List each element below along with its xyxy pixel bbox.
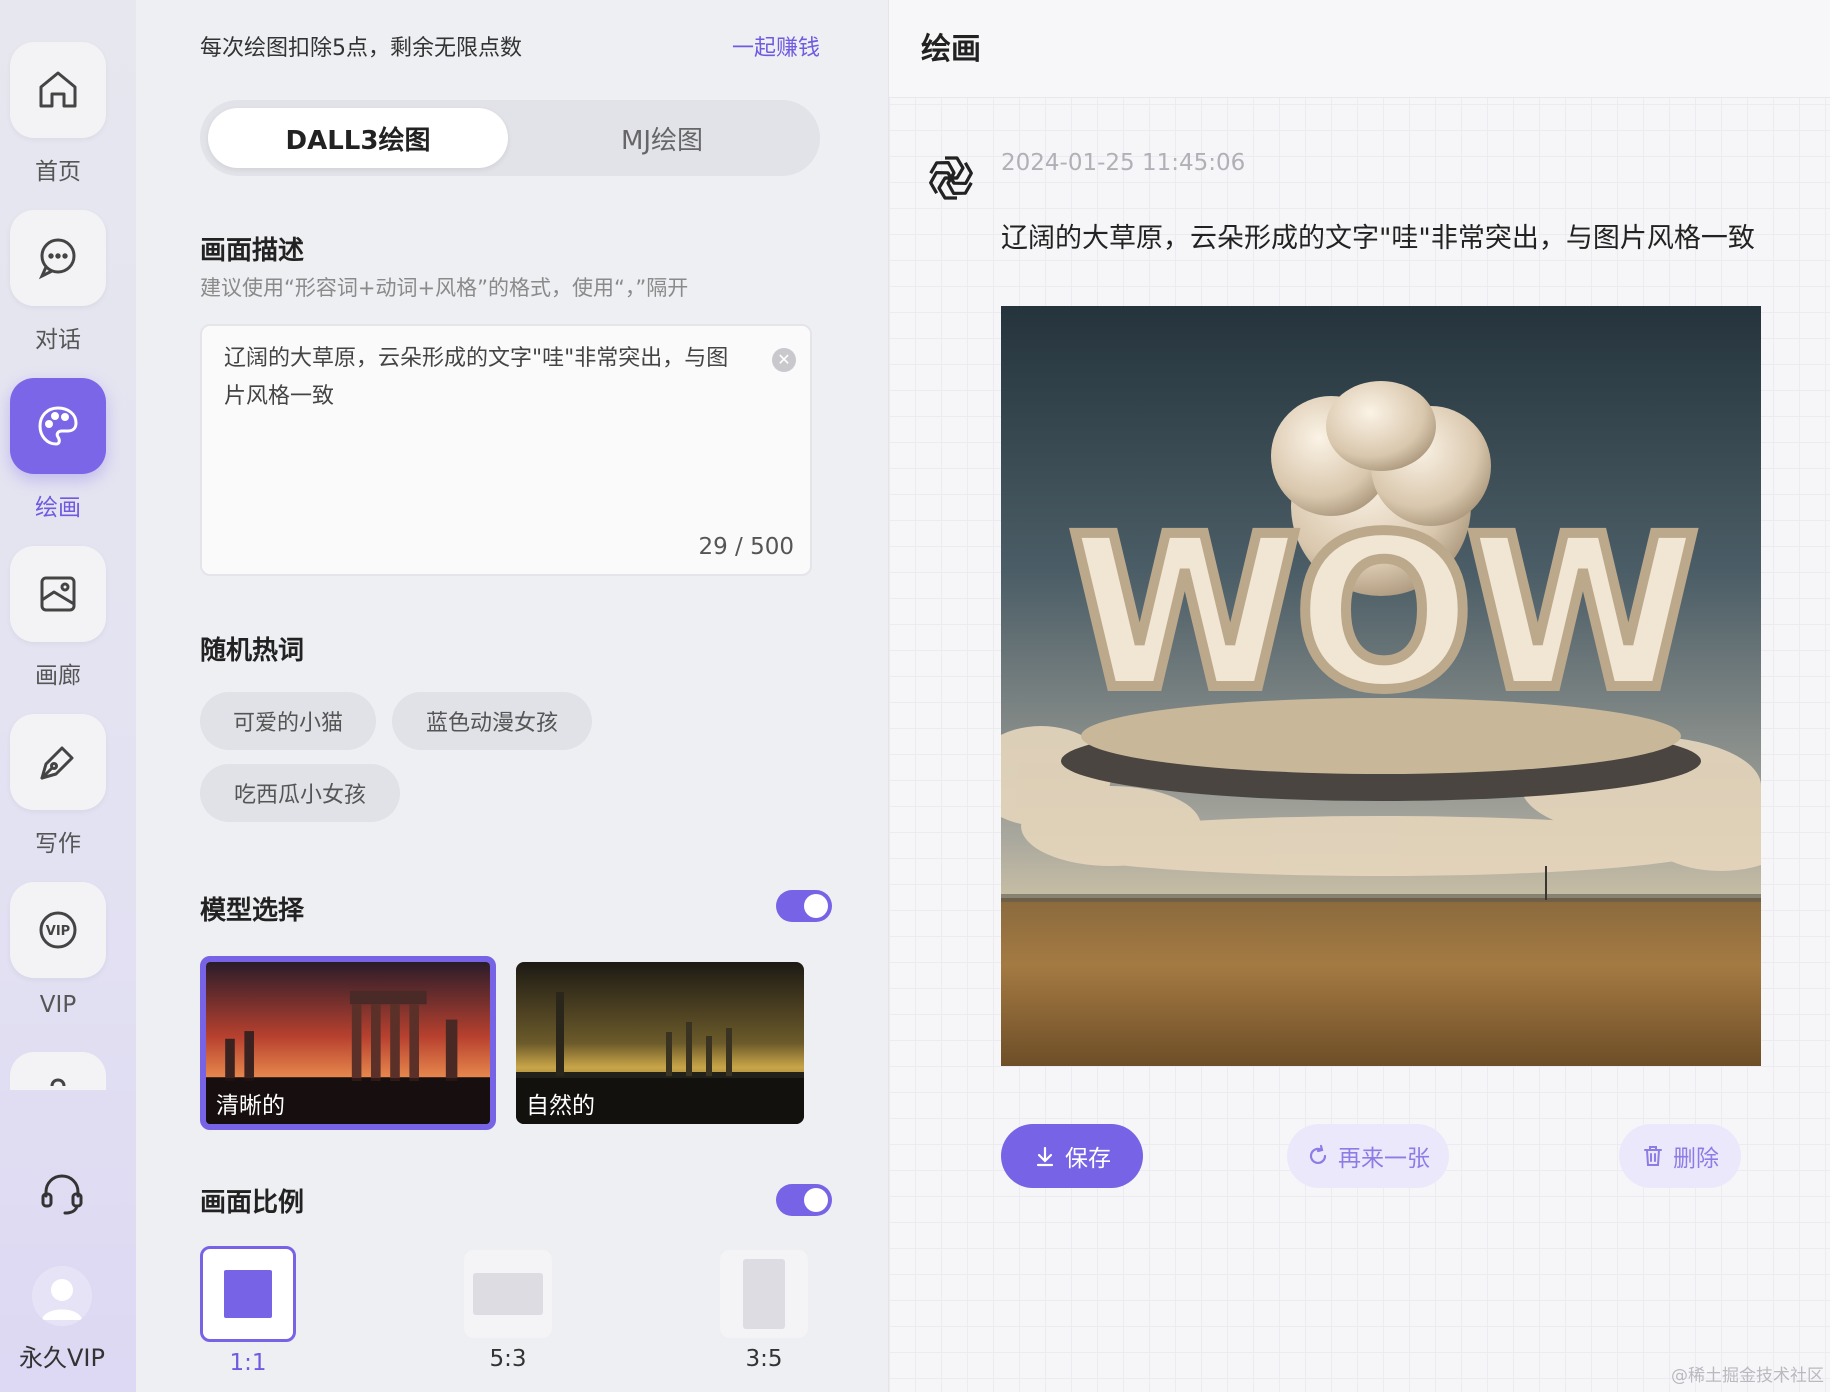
hot-word-chip[interactable]: 吃西瓜小女孩	[200, 764, 400, 822]
model-toggle[interactable]	[776, 890, 832, 922]
ratio-preview	[720, 1250, 808, 1338]
nav-tile-gallery	[10, 546, 106, 642]
hot-word-chip[interactable]: 蓝色动漫女孩	[392, 692, 592, 750]
ratio-landscape-icon	[473, 1273, 543, 1315]
save-label: 保存	[1065, 1146, 1111, 1172]
tab-mj[interactable]: MJ绘图	[512, 108, 812, 168]
nav-label: 对话	[35, 327, 81, 353]
nav-item-gallery[interactable]: 画廊	[10, 546, 106, 690]
nav-label: 画廊	[35, 663, 81, 689]
hot-word-chip[interactable]: 可爱的小猫	[200, 692, 376, 750]
save-button[interactable]: 保存	[1001, 1124, 1143, 1188]
ratio-label: 5:3	[489, 1346, 527, 1372]
svg-text:VIP: VIP	[46, 924, 70, 939]
description-title: 画面描述	[200, 236, 305, 266]
vip-icon: VIP	[39, 911, 77, 949]
model-tabs: DALL3绘图 MJ绘图	[200, 100, 820, 176]
openai-logo-icon	[929, 156, 973, 200]
gallery-icon	[40, 576, 76, 612]
nav-tile-write	[10, 714, 106, 810]
model-label: 自然的	[516, 1078, 804, 1124]
regenerate-label: 再来一张	[1338, 1146, 1430, 1172]
ratio-square-icon	[224, 1270, 272, 1318]
model-option-natural[interactable]: 自然的	[516, 962, 804, 1124]
ratio-option-3-5[interactable]: 3:5	[716, 1246, 812, 1372]
ratio-label: 1:1	[229, 1350, 267, 1376]
refresh-icon	[1309, 1144, 1327, 1165]
user-avatar-icon	[42, 1279, 82, 1320]
tab-dall3[interactable]: DALL3绘图	[208, 108, 508, 168]
nav-item-chat[interactable]: 对话	[10, 210, 106, 354]
nav-item-write[interactable]: 写作	[10, 714, 106, 858]
generated-image[interactable]: WOW	[1001, 306, 1761, 1066]
draw-settings-panel: 每次绘图扣除5点，剩余无限点数 一起赚钱 DALL3绘图 MJ绘图 画面描述 建…	[136, 0, 888, 1392]
ratio-preview	[200, 1246, 296, 1342]
nav-label: VIP	[39, 992, 77, 1018]
ratio-title: 画面比例	[200, 1188, 305, 1218]
cloud-wow-artwork: WOW	[1001, 306, 1761, 1066]
download-icon	[1036, 1146, 1054, 1167]
watermark: @稀土掘金技术社区	[1671, 1366, 1824, 1386]
message-timestamp: 2024-01-25 11:45:06	[1001, 150, 1246, 176]
nav-tile-chat	[10, 210, 106, 306]
message-prompt: 辽阔的大草原，云朵形成的文字"哇"非常突出，与图片风格一致	[1001, 223, 1755, 254]
ratio-label: 3:5	[745, 1346, 783, 1372]
ratio-option-5-3[interactable]: 5:3	[460, 1246, 556, 1372]
page-title: 绘画	[921, 32, 981, 67]
avatar[interactable]	[32, 1266, 92, 1326]
description-hint: 建议使用“形容词+动词+风格”的格式，使用“，”隔开	[200, 276, 689, 300]
nav-label: 写作	[35, 831, 81, 857]
nav-item-home[interactable]: 首页	[10, 42, 106, 186]
result-header: 绘画	[889, 0, 1830, 98]
points-info: 每次绘图扣除5点，剩余无限点数	[200, 36, 522, 61]
chat-icon	[38, 238, 76, 280]
nav-tile-home	[10, 42, 106, 138]
user-vip-label: 永久VIP	[19, 1344, 105, 1372]
nav-item-more-partial[interactable]	[10, 1052, 106, 1090]
char-counter: 29 / 500	[698, 534, 794, 560]
nav-label: 绘画	[35, 495, 81, 521]
nav-tile-draw	[10, 378, 106, 474]
palette-icon	[38, 406, 78, 446]
nav-item-draw[interactable]: 绘画	[10, 378, 106, 522]
model-select-title: 模型选择	[200, 896, 305, 926]
headset-icon[interactable]	[36, 1168, 88, 1220]
more-icon	[50, 1078, 66, 1086]
model-option-clear[interactable]: 清晰的	[200, 956, 496, 1130]
trash-icon	[1644, 1146, 1662, 1166]
ratio-toggle[interactable]	[776, 1184, 832, 1216]
model-label: 清晰的	[206, 1078, 490, 1124]
nav-item-vip[interactable]: VIP VIP	[10, 882, 106, 1018]
description-value: 辽阔的大草原，云朵形成的文字"哇"非常突出，与图片风格一致	[224, 346, 729, 409]
description-textarea[interactable]: 辽阔的大草原，云朵形成的文字"哇"非常突出，与图片风格一致 ✕ 29 / 500	[200, 324, 812, 576]
image-text-wow: WOW	[1069, 491, 1693, 736]
home-icon	[39, 71, 77, 108]
ratio-option-1-1[interactable]: 1:1	[200, 1246, 296, 1376]
ratio-portrait-icon	[743, 1259, 785, 1329]
hot-words-title: 随机热词	[200, 636, 305, 666]
nav-label: 首页	[35, 159, 81, 185]
regenerate-button[interactable]: 再来一张	[1287, 1124, 1449, 1188]
result-area: 绘画 2024-01-25 11:45:06 辽阔的大草原，云朵形成的文字"哇"…	[888, 0, 1830, 1392]
sidebar-nav: 首页 对话 绘画 画廊 写作 VIP VIP 永久VIP	[0, 0, 136, 1392]
delete-button[interactable]: 删除	[1619, 1124, 1741, 1188]
delete-label: 删除	[1673, 1146, 1719, 1172]
earn-link[interactable]: 一起赚钱	[732, 30, 820, 62]
nav-tile-vip: VIP	[10, 882, 106, 978]
ratio-preview	[464, 1250, 552, 1338]
pen-icon	[40, 746, 74, 780]
clear-icon[interactable]: ✕	[772, 348, 796, 372]
